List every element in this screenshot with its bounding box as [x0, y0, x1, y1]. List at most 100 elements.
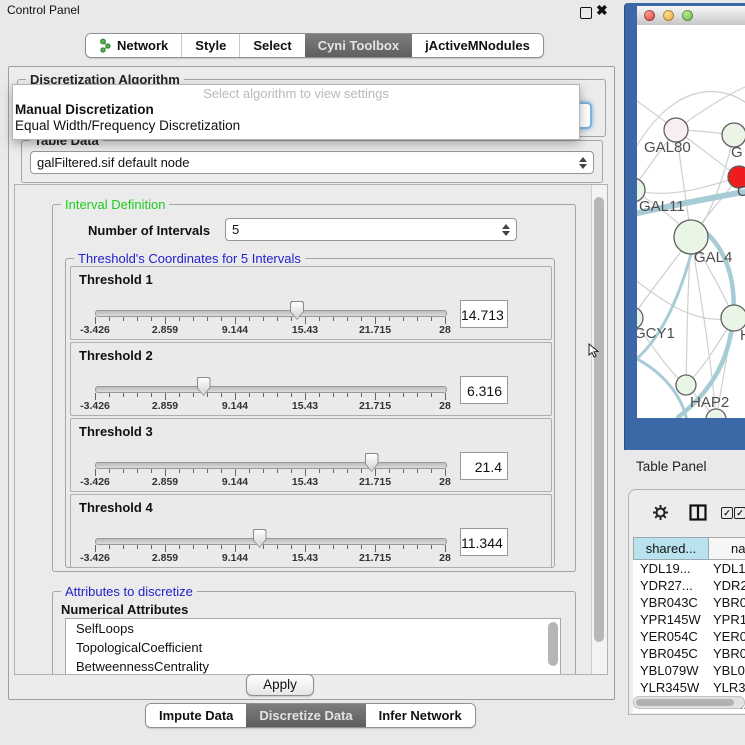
close-icon[interactable]: ✖ [596, 2, 608, 19]
cell-shared-name[interactable]: YBL079W [633, 662, 709, 679]
table-row[interactable]: YPR145WYPR1... [633, 611, 745, 628]
minimize-traffic-light[interactable] [663, 10, 674, 21]
threshold-slider-thumb[interactable] [365, 453, 379, 472]
threshold-value-field[interactable]: 21.4 [460, 452, 508, 480]
table-row[interactable]: YBR043CYBR0... [633, 594, 745, 611]
settings-scroll-panel: Interval Definition Number of Intervals … [14, 184, 608, 675]
table-data-group: Table Data galFiltered.sif default node [21, 140, 603, 183]
combo-arrows-icon [579, 157, 587, 169]
network-canvas[interactable]: GAL80GCGAL11GAL4GCY1HHAP2 [637, 25, 745, 418]
threshold-slider-thumb[interactable] [253, 529, 267, 548]
number-of-intervals-label: Number of Intervals [88, 223, 210, 238]
tick-label: 21.715 [359, 476, 391, 488]
tick-label: 9.144 [222, 476, 248, 488]
column-header-shared-name[interactable]: shared... [633, 537, 709, 560]
tick-label: 28 [439, 476, 451, 488]
network-window: GAL80GCGAL11GAL4GCY1HHAP2 [624, 3, 745, 450]
tab-style[interactable]: Style [181, 34, 239, 57]
cell-shared-name[interactable]: YER054C [633, 628, 709, 645]
table-row[interactable]: YBL079WYBL0... [633, 662, 745, 679]
tab-jactivemnodules[interactable]: jActiveMNodules [412, 34, 543, 57]
panel-scrollbar-thumb[interactable] [594, 197, 604, 642]
panel-title: Control Panel [7, 3, 80, 17]
tab-discretize-data[interactable]: Discretize Data [246, 704, 365, 727]
threshold-slider-track[interactable] [95, 462, 447, 469]
cell-name[interactable]: YDL1... [709, 560, 745, 577]
tab-select[interactable]: Select [239, 34, 304, 57]
thresholds-title: Threshold's Coordinates for 5 Intervals [74, 251, 305, 266]
attributes-list-scrollbar[interactable] [548, 622, 558, 666]
table-row[interactable]: YDR27...YDR2... [633, 577, 745, 594]
tab-label: Infer Network [379, 708, 462, 723]
attribute-item[interactable]: TopologicalCoefficient [66, 638, 560, 657]
threshold-value-field[interactable]: 6.316 [460, 376, 508, 404]
table-row[interactable]: YER054CYER0... [633, 628, 745, 645]
tab-network[interactable]: Network [86, 34, 181, 57]
panel-scrollbar-track[interactable] [591, 185, 607, 674]
split-columns-icon[interactable] [689, 504, 707, 521]
close-traffic-light[interactable] [644, 10, 655, 21]
apply-button[interactable]: Apply [246, 674, 314, 696]
popup-item-equal-width[interactable]: Equal Width/Frequency Discretization [13, 118, 579, 134]
number-of-intervals-combo[interactable]: 5 [225, 218, 517, 241]
float-icon[interactable] [580, 7, 592, 19]
cell-name[interactable]: YPR1... [709, 611, 745, 628]
network-window-titlebar[interactable] [637, 6, 745, 26]
table-hscrollbar[interactable] [633, 696, 745, 709]
table-data-combo-value: galFiltered.sif default node [37, 155, 189, 170]
network-icon [99, 38, 112, 53]
cell-name[interactable]: YBR0... [709, 645, 745, 662]
checkbox-icon[interactable]: ✓ [721, 507, 733, 519]
cell-shared-name[interactable]: YDL19... [633, 560, 709, 577]
table-row[interactable]: YBR045CYBR0... [633, 645, 745, 662]
table-panel: ✓ ✓ shared...na...YDL19...YDL1...YDR27..… [628, 489, 745, 715]
tab-impute-data[interactable]: Impute Data [146, 704, 246, 727]
tab-cyni-toolbox[interactable]: Cyni Toolbox [305, 34, 412, 57]
tick-label: 2.859 [152, 324, 178, 336]
cell-shared-name[interactable]: YBR045C [633, 645, 709, 662]
combo-arrows-icon [502, 224, 510, 236]
network-node-hap2[interactable] [676, 375, 696, 395]
table-hscrollbar-thumb[interactable] [636, 699, 734, 706]
cell-name[interactable]: YER0... [709, 628, 745, 645]
table-row[interactable]: YLR345WYLR3... [633, 679, 745, 696]
cell-shared-name[interactable]: YBR043C [633, 594, 709, 611]
checkbox-icon[interactable]: ✓ [734, 507, 745, 519]
threshold-value-field[interactable]: 11.344 [460, 528, 508, 556]
table-data-combo[interactable]: galFiltered.sif default node [30, 151, 594, 174]
tab-label: Select [253, 38, 291, 53]
cell-shared-name[interactable]: YPR145W [633, 611, 709, 628]
tick-label: -3.426 [80, 400, 110, 412]
node-label: GAL4 [694, 249, 732, 266]
popup-item-manual-discretization[interactable]: Manual Discretization [13, 102, 579, 118]
table-row[interactable]: YDL19...YDL1... [633, 560, 745, 577]
threshold-slider-track[interactable] [95, 386, 447, 393]
tick-label: 21.715 [359, 400, 391, 412]
tick-label: 21.715 [359, 552, 391, 564]
attribute-item[interactable]: SelfLoops [66, 619, 560, 638]
tick-label: 28 [439, 400, 451, 412]
column-header-name[interactable]: na... [709, 537, 745, 560]
tick-label: 2.859 [152, 400, 178, 412]
cell-name[interactable]: YLR3... [709, 679, 745, 696]
gear-icon[interactable] [652, 504, 669, 521]
cyni-toolbox-panel: Discretization Algorithm Table Data galF… [8, 66, 615, 700]
attributes-title: Attributes to discretize [61, 584, 197, 599]
node-label: GAL11 [639, 198, 685, 215]
cell-name[interactable]: YBR0... [709, 594, 745, 611]
tab-infer-network[interactable]: Infer Network [366, 704, 475, 727]
cell-name[interactable]: YBL0... [709, 662, 745, 679]
tick-label: 28 [439, 552, 451, 564]
threshold-label: Threshold 3 [79, 424, 153, 439]
cell-name[interactable]: YDR2... [709, 577, 745, 594]
maximize-traffic-light[interactable] [682, 10, 693, 21]
cell-shared-name[interactable]: YDR27... [633, 577, 709, 594]
threshold-slider-thumb[interactable] [197, 377, 211, 396]
threshold-slider-track[interactable] [95, 538, 447, 545]
cell-shared-name[interactable]: YLR345W [633, 679, 709, 696]
attributes-list: SelfLoopsTopologicalCoefficientBetweenne… [65, 618, 561, 675]
threshold-slider-thumb[interactable] [290, 301, 304, 320]
threshold-slider-track[interactable] [95, 310, 447, 317]
threshold-value-field[interactable]: 14.713 [460, 300, 508, 328]
attribute-item[interactable]: BetweennessCentrality [66, 657, 560, 675]
